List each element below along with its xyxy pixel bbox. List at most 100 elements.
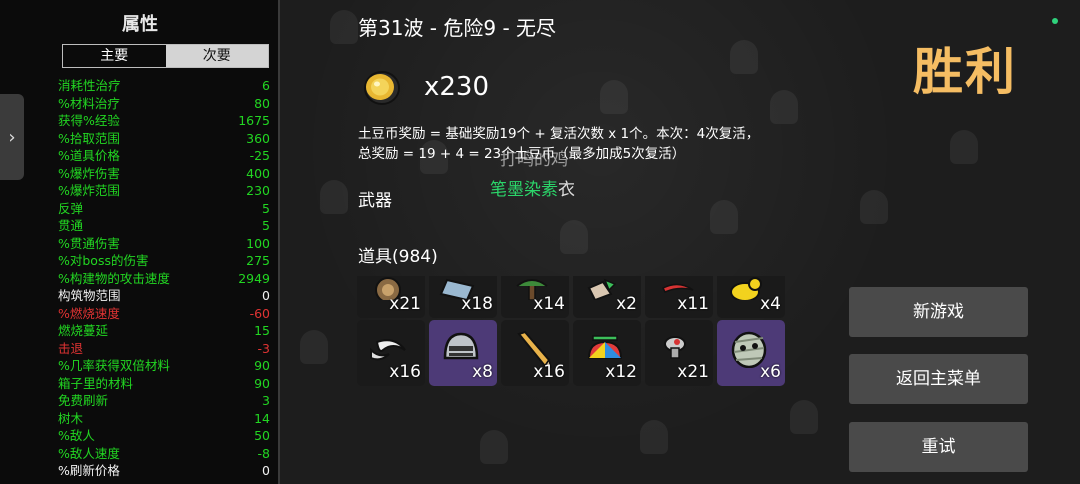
stat-value: -25	[249, 148, 270, 163]
tab-primary[interactable]: 主要	[63, 45, 166, 67]
stat-row: %贯通伤害 100	[58, 235, 270, 253]
item-slot[interactable]: x8	[429, 320, 497, 386]
stat-label: %刷新价格	[58, 463, 120, 478]
stat-label: %敌人	[58, 428, 95, 443]
item-slot[interactable]: x21	[645, 320, 713, 386]
stat-row: 箱子里的材料 90	[58, 375, 270, 393]
stat-row: %刷新价格 0	[58, 462, 270, 480]
stat-value: -3	[257, 340, 270, 356]
item-slot[interactable]: x21	[357, 276, 425, 318]
stat-value: 90	[254, 358, 270, 373]
item-count: x21	[389, 294, 421, 314]
stat-value: 6	[262, 78, 270, 93]
stat-row: %敌人速度 -8	[58, 445, 270, 463]
stat-value: 275	[246, 253, 270, 268]
hover-item-name: 笔墨染素衣	[490, 175, 575, 200]
stat-row: 构筑物范围 0	[58, 287, 270, 305]
stat-row: %爆炸范围 230	[58, 182, 270, 200]
item-name-green: 笔墨染素	[490, 180, 558, 200]
stats-tabs: 主要 次要	[62, 44, 269, 68]
stat-label: %对boss的伤害	[58, 253, 149, 268]
stat-row: %材料治疗 80	[58, 95, 270, 113]
stat-value: 3	[262, 393, 270, 408]
stat-value: 50	[254, 428, 270, 443]
stat-row: %敌人 50	[58, 427, 270, 445]
item-count: x18	[461, 294, 493, 314]
stat-row: 燃烧蔓延 15	[58, 322, 270, 340]
stat-label: %燃烧速度	[58, 305, 120, 321]
stat-row: %拾取范围 360	[58, 130, 270, 148]
item-count: x4	[760, 294, 781, 314]
item-slot[interactable]: x11	[645, 276, 713, 318]
stats-title: 属性	[122, 14, 158, 35]
stat-label: %敌人速度	[58, 445, 120, 461]
item-count: x16	[389, 362, 421, 382]
coin-amount: x230	[424, 72, 490, 102]
item-slot[interactable]: x18	[429, 276, 497, 318]
stat-label: %拾取范围	[58, 130, 120, 146]
stat-row: %道具价格 -25	[58, 147, 270, 165]
stat-row: %爆炸伤害 400	[58, 165, 270, 183]
victory-title: 胜利	[913, 43, 1017, 101]
stat-list: 消耗性治疗 6 %材料治疗 80 获得%经验 1675 %拾取范围 360 %道具价格 -25 %爆…	[58, 77, 270, 480]
stat-label: %贯通伤害	[58, 235, 120, 251]
item-slot[interactable]: x14	[501, 276, 569, 318]
stat-label: %爆炸伤害	[58, 165, 120, 181]
stat-value: -60	[249, 305, 270, 321]
item-count: x16	[533, 362, 565, 382]
item-slot[interactable]: x2	[573, 276, 641, 318]
chevron-right-icon: ›	[8, 126, 16, 148]
stat-label: 燃烧蔓延	[58, 323, 109, 338]
stat-value: 5	[262, 200, 270, 216]
item-slot[interactable]: x12	[573, 320, 641, 386]
items-label: 道具(984)	[358, 247, 438, 267]
stat-row: %几率获得双倍材料 90	[58, 357, 270, 375]
stat-value: 15	[254, 323, 270, 338]
stat-label: 树木	[58, 410, 84, 426]
item-slot[interactable]: x16	[501, 320, 569, 386]
item-count: x14	[533, 294, 565, 314]
stat-label: 构筑物范围	[58, 288, 121, 303]
item-count: x21	[677, 362, 709, 382]
stat-value: 100	[246, 235, 270, 251]
stat-label: 击退	[58, 340, 84, 356]
weapons-label: 武器	[358, 191, 392, 211]
stat-label: 贯通	[58, 218, 84, 233]
item-slot[interactable]: x6	[717, 320, 785, 386]
stat-label: %爆炸范围	[58, 183, 120, 198]
stat-row: 反弹 5	[58, 200, 270, 218]
stat-label: 获得%经验	[58, 113, 120, 128]
stat-row: %对boss的伤害 275	[58, 252, 270, 270]
status-dot	[1052, 18, 1058, 24]
stat-label: 消耗性治疗	[58, 78, 121, 93]
stat-row: 树木 14	[58, 410, 270, 428]
stat-value: 1675	[238, 113, 270, 128]
stat-row: 击退 -3	[58, 340, 270, 358]
tab-secondary[interactable]: 次要	[165, 45, 268, 67]
expand-panel-button[interactable]: ›	[0, 94, 24, 180]
item-count: x2	[616, 294, 637, 314]
stat-row: 贯通 5	[58, 217, 270, 235]
stat-row: 消耗性治疗 6	[58, 77, 270, 95]
retry-button[interactable]: 重试	[849, 422, 1028, 472]
stat-value: 80	[254, 95, 270, 111]
stat-value: -8	[257, 445, 270, 461]
item-count: x12	[605, 362, 637, 382]
stat-label: %几率获得双倍材料	[58, 358, 170, 373]
stat-value: 400	[246, 165, 270, 181]
stat-label: %道具价格	[58, 148, 120, 163]
item-count: x8	[472, 362, 493, 382]
item-slot[interactable]: x16	[357, 320, 425, 386]
stat-value: 14	[254, 410, 270, 426]
coin-icon	[364, 71, 400, 105]
item-grid: x21 x18 x14 x2 x11 x4 x16 x8 x16 x12 x21…	[357, 276, 787, 388]
main-menu-button[interactable]: 返回主菜单	[849, 354, 1028, 404]
stat-row: %构建物的攻击速度 2949	[58, 270, 270, 288]
wave-title: 第31波 - 危险9 - 无尽	[358, 16, 557, 40]
item-count: x6	[760, 362, 781, 382]
stats-panel: 属性 主要 次要 消耗性治疗 6 %材料治疗 80 获得%经验 1675 %拾取范围 360%…	[0, 0, 280, 484]
stat-label: %构建物的攻击速度	[58, 270, 170, 286]
reward-line-1: 土豆币奖励 = 基础奖励19个 + 复活次数 x 1个。本次：4次复活，	[358, 126, 760, 142]
item-slot[interactable]: x4	[717, 276, 785, 318]
new-game-button[interactable]: 新游戏	[849, 287, 1028, 337]
